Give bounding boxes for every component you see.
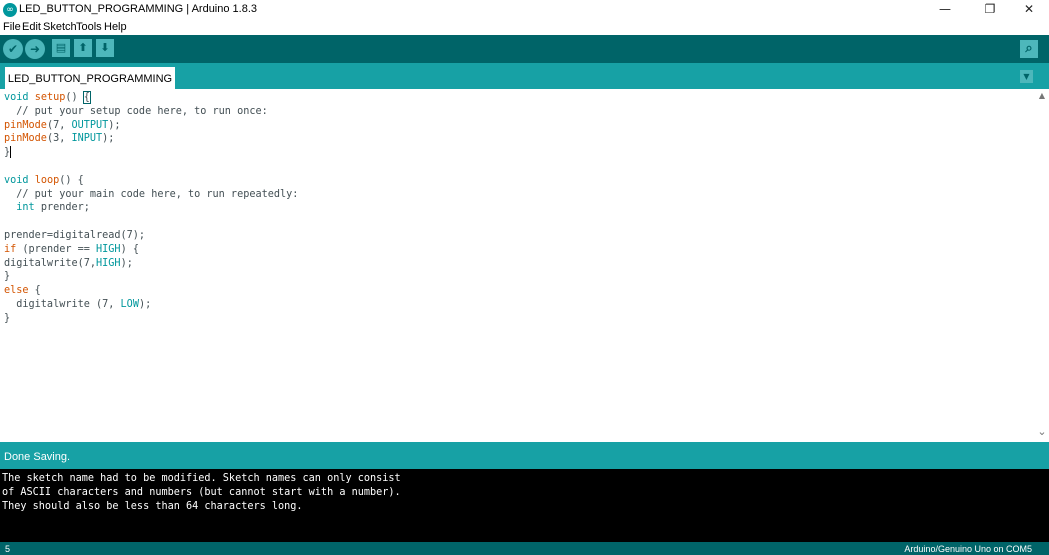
status-bar: Done Saving. — [0, 442, 1049, 469]
code-line: pinMode(7, OUTPUT); — [4, 119, 121, 131]
menu-bar: File Edit Sketch Tools Help — [0, 20, 1049, 35]
code-line: void loop() { — [4, 174, 84, 186]
minimize-button[interactable]: — — [930, 0, 960, 20]
console-line: They should also be less than 64 charact… — [2, 500, 303, 512]
window-title: LED_BUTTON_PROGRAMMING | Arduino 1.8.3 — [19, 3, 258, 15]
code-line: else { — [4, 285, 41, 297]
code-line: // put your setup code here, to run once… — [4, 105, 268, 117]
arrow-down-icon: ⬇ — [100, 41, 110, 54]
scroll-down-icon[interactable]: ⌄ — [1035, 425, 1049, 438]
new-button[interactable]: ▤ — [52, 39, 70, 57]
save-button[interactable]: ⬇ — [96, 39, 114, 57]
code-line: } — [4, 271, 11, 283]
maximize-button[interactable]: ❐ — [975, 0, 1005, 20]
triangle-down-icon: ▼ — [1023, 72, 1030, 81]
line-number: 5 — [5, 544, 11, 554]
arrow-up-icon: ⬆ — [78, 41, 88, 54]
code-text[interactable]: void setup() { // put your setup code he… — [4, 91, 298, 326]
arduino-logo-icon: ∞ — [3, 3, 17, 17]
verify-button[interactable]: ✔ — [3, 39, 23, 59]
tab-strip: LED_BUTTON_PROGRAMMING ▼ — [0, 63, 1049, 89]
close-button[interactable]: ✕ — [1014, 0, 1044, 20]
console-text: The sketch name had to be modified. Sket… — [2, 472, 401, 513]
menu-file[interactable]: File — [3, 21, 21, 33]
magnifier-icon: ⌕ — [1025, 41, 1033, 56]
code-line: if (prender == HIGH) { — [4, 243, 139, 255]
console-line: The sketch name had to be modified. Sket… — [2, 473, 401, 484]
new-file-icon: ▤ — [55, 41, 67, 54]
code-line: } — [4, 312, 11, 324]
console-output: The sketch name had to be modified. Sket… — [0, 469, 1049, 542]
title-bar: ∞ LED_BUTTON_PROGRAMMING | Arduino 1.8.3… — [0, 0, 1049, 20]
check-icon: ✔ — [7, 42, 19, 56]
console-line: of ASCII characters and numbers (but can… — [2, 486, 401, 498]
arrow-right-icon: ➜ — [29, 42, 41, 56]
code-line: digitalwrite (7, LOW); — [4, 298, 152, 310]
code-line: } — [4, 146, 12, 159]
menu-tools[interactable]: Tools — [76, 21, 102, 33]
code-line: void setup() { — [4, 91, 91, 104]
code-line: // put your main code here, to run repea… — [4, 188, 299, 200]
board-port-label: Arduino/Genuino Uno on COM5 — [904, 544, 1032, 554]
editor-scrollbar[interactable]: ▲ ⌄ — [1035, 89, 1049, 442]
tab-menu-button[interactable]: ▼ — [1020, 70, 1033, 83]
code-line: int prender; — [16, 202, 90, 214]
upload-button[interactable]: ➜ — [25, 39, 45, 59]
scroll-up-icon[interactable]: ▲ — [1035, 91, 1049, 100]
code-line: digitalwrite(7,HIGH); — [4, 257, 133, 269]
serial-monitor-button[interactable]: ⌕ — [1020, 40, 1038, 58]
status-message: Done Saving. — [4, 451, 71, 463]
footer-bar: 5 Arduino/Genuino Uno on COM5 — [0, 542, 1049, 555]
toolbar: ✔ ➜ ▤ ⬆ ⬇ ⌕ — [0, 35, 1049, 63]
tab-sketch[interactable]: LED_BUTTON_PROGRAMMING — [5, 67, 175, 89]
code-line: pinMode(3, INPUT); — [4, 133, 115, 145]
menu-help[interactable]: Help — [104, 21, 127, 33]
code-editor[interactable]: void setup() { // put your setup code he… — [0, 89, 1035, 442]
text-caret — [10, 146, 12, 159]
menu-sketch[interactable]: Sketch — [43, 21, 77, 33]
menu-edit[interactable]: Edit — [22, 21, 41, 33]
open-button[interactable]: ⬆ — [74, 39, 92, 57]
code-line: prender=digitalread(7); — [4, 229, 146, 241]
